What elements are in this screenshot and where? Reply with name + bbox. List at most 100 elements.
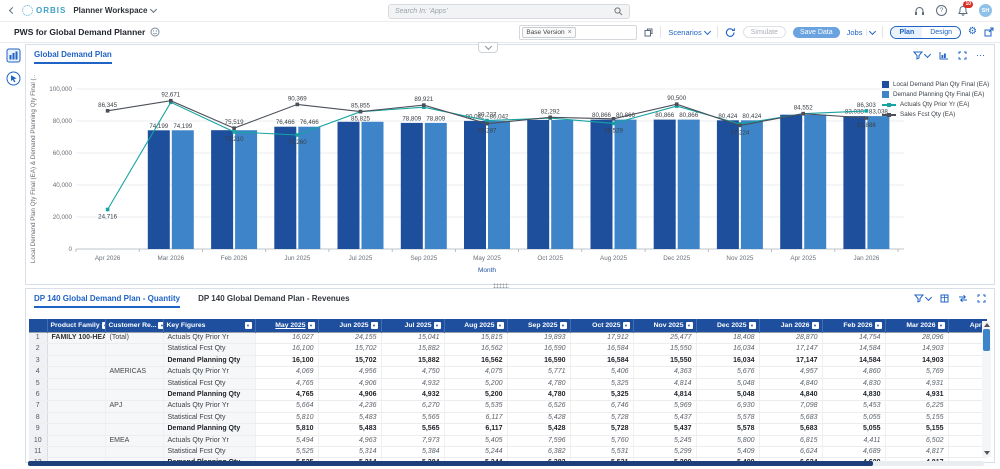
grid-value-cell[interactable]: 5,531 [570,446,634,459]
chart-filter-button[interactable] [913,50,932,60]
grid-value-cell[interactable]: 16,562 [444,343,508,356]
grid-value-cell[interactable]: 5,683 [759,423,823,436]
grid-value-cell[interactable]: 4,411 [822,434,886,448]
grid-value-cell[interactable]: 17,147 [759,343,823,356]
grid-value-cell[interactable]: 6,117 [444,412,508,425]
grid-value-cell[interactable]: 18,408 [696,331,760,345]
column-filter-icon[interactable]: ▼ [559,322,567,329]
back-icon[interactable] [8,6,17,15]
grid-value-cell[interactable]: 4,932 [381,389,445,402]
grid-value-cell[interactable]: 4,069 [255,366,319,379]
grid-value-cell[interactable]: 4,814 [633,378,697,391]
grid-horizontal-scrollbar[interactable] [28,461,984,466]
column-header[interactable]: Mar 2026 ▼ [885,319,949,333]
grid-value-cell[interactable]: 5,428 [507,412,571,425]
grid-value-cell[interactable]: 15,041 [381,331,445,345]
grid-value-cell[interactable]: 5,409 [696,446,760,459]
grid-value-cell[interactable]: 5,048 [696,378,760,391]
grid-value-cell[interactable]: 4,906 [318,389,382,402]
column-filter-icon[interactable]: ▼ [101,322,104,329]
column-filter-icon[interactable]: ▼ [244,322,252,329]
column-header[interactable]: Sep 2025 ▼ [507,319,571,333]
column-filter-icon[interactable]: ▼ [811,322,819,329]
grid-value-cell[interactable]: 17,147 [759,355,823,368]
customer-region-cell[interactable] [105,343,164,356]
chip-remove-icon[interactable]: × [568,29,572,36]
grid-value-cell[interactable]: 6,382 [507,446,571,459]
customer-region-cell[interactable] [105,355,164,368]
key-figure-cell[interactable]: Actuals Qty Prior Yr [163,366,256,379]
grid-value-cell[interactable]: 4,830 [822,389,886,402]
grid-value-cell[interactable]: 5,810 [255,423,319,436]
grid-value-cell[interactable]: 5,453 [822,400,886,413]
grid-value-cell[interactable]: 4,840 [759,389,823,402]
grid-value-cell[interactable]: 5,969 [633,400,697,413]
column-header[interactable]: Product Family▼ [47,319,106,333]
key-figure-cell[interactable]: Actuals Qty Prior Yr [163,434,256,448]
column-filter-icon[interactable]: ▼ [685,322,693,329]
column-header[interactable]: Jan 2026 ▼ [759,319,823,333]
grid-value-cell[interactable]: 7,098 [759,400,823,413]
grid-value-cell[interactable]: 16,034 [696,343,760,356]
scroll-up-icon[interactable] [983,323,990,327]
grid-value-cell[interactable]: 4,957 [759,366,823,379]
grid-value-cell[interactable]: 5,769 [885,366,949,379]
customer-region-cell[interactable]: APJ [105,400,164,413]
grid-value-cell[interactable]: 16,562 [444,355,508,368]
grid-value-cell[interactable]: 4,932 [381,378,445,391]
refresh-icon[interactable] [725,27,736,38]
key-figure-cell[interactable]: Statistical Fcst Qty [163,378,256,391]
column-filter-icon[interactable]: ▼ [370,322,378,329]
grid-value-cell[interactable]: 5,483 [318,423,382,436]
grid-value-cell[interactable]: 4,780 [507,389,571,402]
grid-value-cell[interactable]: 6,526 [507,400,571,413]
column-header[interactable]: Dec 2025 ▼ [696,319,760,333]
grid-value-cell[interactable]: 15,702 [318,343,382,356]
grid-value-cell[interactable]: 4,830 [822,378,886,391]
product-family-cell[interactable] [47,355,106,368]
grid-value-cell[interactable]: 24,155 [318,331,382,345]
column-header[interactable]: Customer Re...▼ [105,319,164,333]
grid-value-cell[interactable]: 5,200 [444,389,508,402]
grid-value-cell[interactable]: 5,728 [570,423,634,436]
column-header[interactable]: Feb 2026 ▼ [822,319,886,333]
grid-value-cell[interactable]: 5,299 [633,446,697,459]
headset-icon[interactable] [914,6,925,16]
demand-chart[interactable]: 0 20,000 40,000 60,000 80,000 100,000 74,199 76… [28,75,906,279]
key-figure-cell[interactable]: Actuals Qty Prior Yr [163,400,256,413]
avatar[interactable]: SH [979,4,992,17]
product-family-cell[interactable] [47,434,106,448]
grid-value-cell[interactable]: 6,624 [759,446,823,459]
grid-value-cell[interactable]: 4,956 [318,366,382,379]
grid-value-cell[interactable]: 6,815 [759,434,823,448]
grid-value-cell[interactable]: 4,236 [318,400,382,413]
column-filter-icon[interactable]: ▼ [748,322,756,329]
grid-value-cell[interactable]: 28,870 [759,331,823,345]
more-menu-icon[interactable]: ⋯ [976,50,986,61]
grid-value-cell[interactable]: 16,584 [570,355,634,368]
grid-filter-button[interactable] [914,293,933,303]
design-tab[interactable]: Design [922,27,960,38]
grid-value-cell[interactable]: 5,055 [822,423,886,436]
customer-region-cell[interactable] [105,412,164,425]
customer-region-cell[interactable] [105,378,164,391]
widget-selector-icon[interactable] [6,48,21,63]
grid-value-cell[interactable]: 5,483 [318,412,382,425]
grid-value-cell[interactable]: 15,550 [633,355,697,368]
column-header[interactable]: May 2025 ▼ [255,319,319,333]
customer-region-cell[interactable]: EMEA [105,434,164,448]
column-filter-icon[interactable]: ▼ [937,322,945,329]
grid-value-cell[interactable]: 5,664 [255,400,319,413]
grid-value-cell[interactable]: 4,860 [822,366,886,379]
customer-region-cell[interactable] [105,389,164,402]
column-filter-icon[interactable]: ▼ [496,322,504,329]
grid-value-cell[interactable]: 4,931 [885,389,949,402]
product-family-cell[interactable] [47,412,106,425]
grid-value-cell[interactable]: 28,096 [885,331,949,345]
grid-value-cell[interactable]: 5,771 [507,366,571,379]
product-family-cell[interactable] [47,343,106,356]
key-figure-cell[interactable]: Statistical Fcst Qty [163,446,256,459]
version-chip[interactable]: Base Version × [522,26,576,38]
grid-value-cell[interactable]: 6,117 [444,423,508,436]
grid-value-cell[interactable]: 5,244 [444,446,508,459]
